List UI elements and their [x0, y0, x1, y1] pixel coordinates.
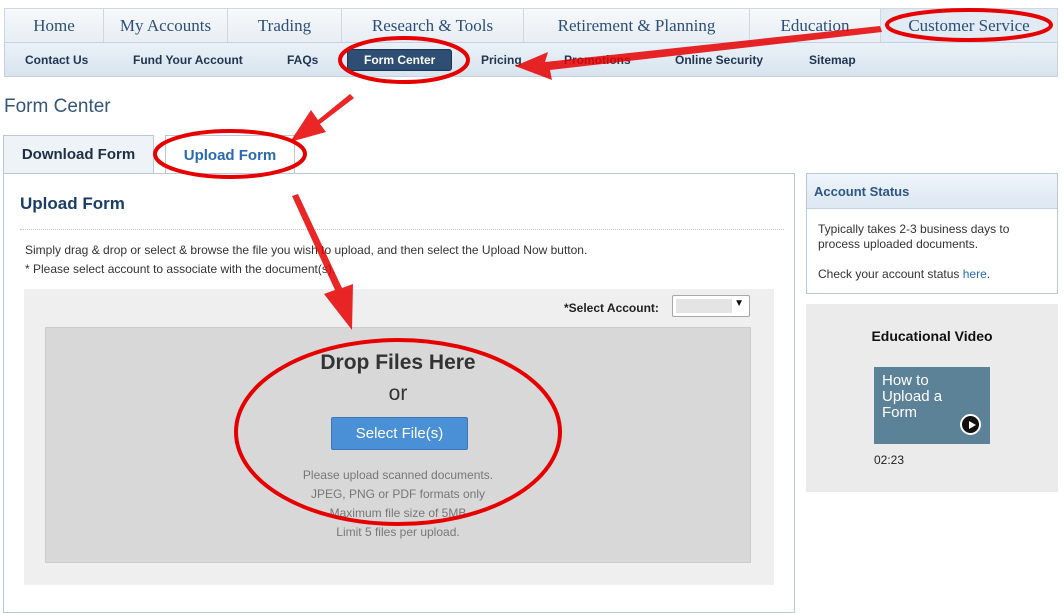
nav-tab-my-accounts[interactable]: My Accounts	[104, 9, 228, 43]
subnav-sitemap[interactable]: Sitemap	[809, 43, 856, 76]
upload-note: Limit 5 files per upload.	[336, 525, 460, 539]
video-title: Educational Video	[871, 328, 993, 344]
subnav-promotions[interactable]: Promotions	[564, 43, 631, 76]
account-status-text: Typically takes 2-3 business days to pro…	[818, 222, 1010, 251]
tab-upload-form[interactable]: Upload Form	[165, 135, 295, 174]
subnav-form-center[interactable]: Form Center	[347, 49, 453, 71]
upload-form-panel: Upload Form Simply drag & drop or select…	[3, 173, 795, 613]
nav-tab-research-tools[interactable]: Research & Tools	[342, 9, 524, 43]
subnav-faqs[interactable]: FAQs	[287, 43, 318, 76]
nav-tab-customer-service[interactable]: Customer Service	[881, 9, 1057, 43]
nav-tab-education[interactable]: Education	[750, 9, 881, 43]
select-account-value	[676, 299, 732, 313]
account-status-box: Account Status Typically takes 2-3 busin…	[806, 173, 1058, 294]
subnav-pricing[interactable]: Pricing	[481, 43, 522, 76]
select-files-button[interactable]: Select File(s)	[331, 417, 468, 450]
drop-zone-title: Drop Files Here	[320, 351, 476, 374]
select-account-dropdown[interactable]: ▼	[672, 295, 750, 317]
panel-title: Upload Form	[20, 194, 125, 213]
account-status-check: Check your account status here.	[818, 267, 990, 281]
account-status-link[interactable]: here	[963, 267, 987, 281]
annotation-arrow	[290, 94, 354, 142]
subnav-fund-your-account[interactable]: Fund Your Account	[133, 43, 243, 76]
account-instruction-text: * Please select account to associate wit…	[25, 262, 336, 276]
drop-zone-or: or	[388, 382, 408, 405]
account-status-period: .	[986, 267, 991, 281]
page-title: Form Center	[4, 96, 111, 117]
nav-tab-retirement-planning[interactable]: Retirement & Planning	[524, 9, 750, 43]
upload-note: JPEG, PNG or PDF formats only	[310, 487, 486, 501]
dropdown-arrow-icon: ▼	[734, 298, 744, 309]
account-status-title: Account Status	[807, 174, 1057, 209]
account-status-check-text: Check your account status	[818, 267, 960, 281]
secondary-nav: Contact Us Fund Your Account FAQs Form C…	[4, 42, 1058, 77]
divider	[20, 229, 784, 230]
subnav-contact-us[interactable]: Contact Us	[25, 43, 88, 76]
primary-nav: Home My Accounts Trading Research & Tool…	[4, 8, 1058, 43]
subnav-online-security[interactable]: Online Security	[675, 43, 763, 76]
tab-download-form[interactable]: Download Form	[3, 135, 154, 174]
video-duration: 02:23	[874, 453, 905, 467]
video-thumbnail[interactable]: How to Upload a Form	[874, 367, 990, 444]
instruction-text: Simply drag & drop or select & browse th…	[25, 243, 588, 257]
play-icon[interactable]	[960, 414, 981, 435]
nav-tab-home[interactable]: Home	[5, 9, 104, 43]
video-thumbnail-text: How to Upload a Form	[882, 372, 943, 421]
upload-note: Please upload scanned documents.	[302, 468, 494, 482]
upload-note: Maximum file size of 5MB	[329, 506, 467, 520]
select-account-label: *Select Account:	[564, 301, 659, 315]
nav-tab-trading[interactable]: Trading	[228, 9, 342, 43]
educational-video-box: Educational Video How to Upload a Form 0…	[806, 304, 1058, 492]
file-drop-zone[interactable]: Drop Files Here or Select File(s) Please…	[45, 327, 751, 563]
upload-area: *Select Account: ▼ Drop Files Here or Se…	[24, 289, 774, 585]
